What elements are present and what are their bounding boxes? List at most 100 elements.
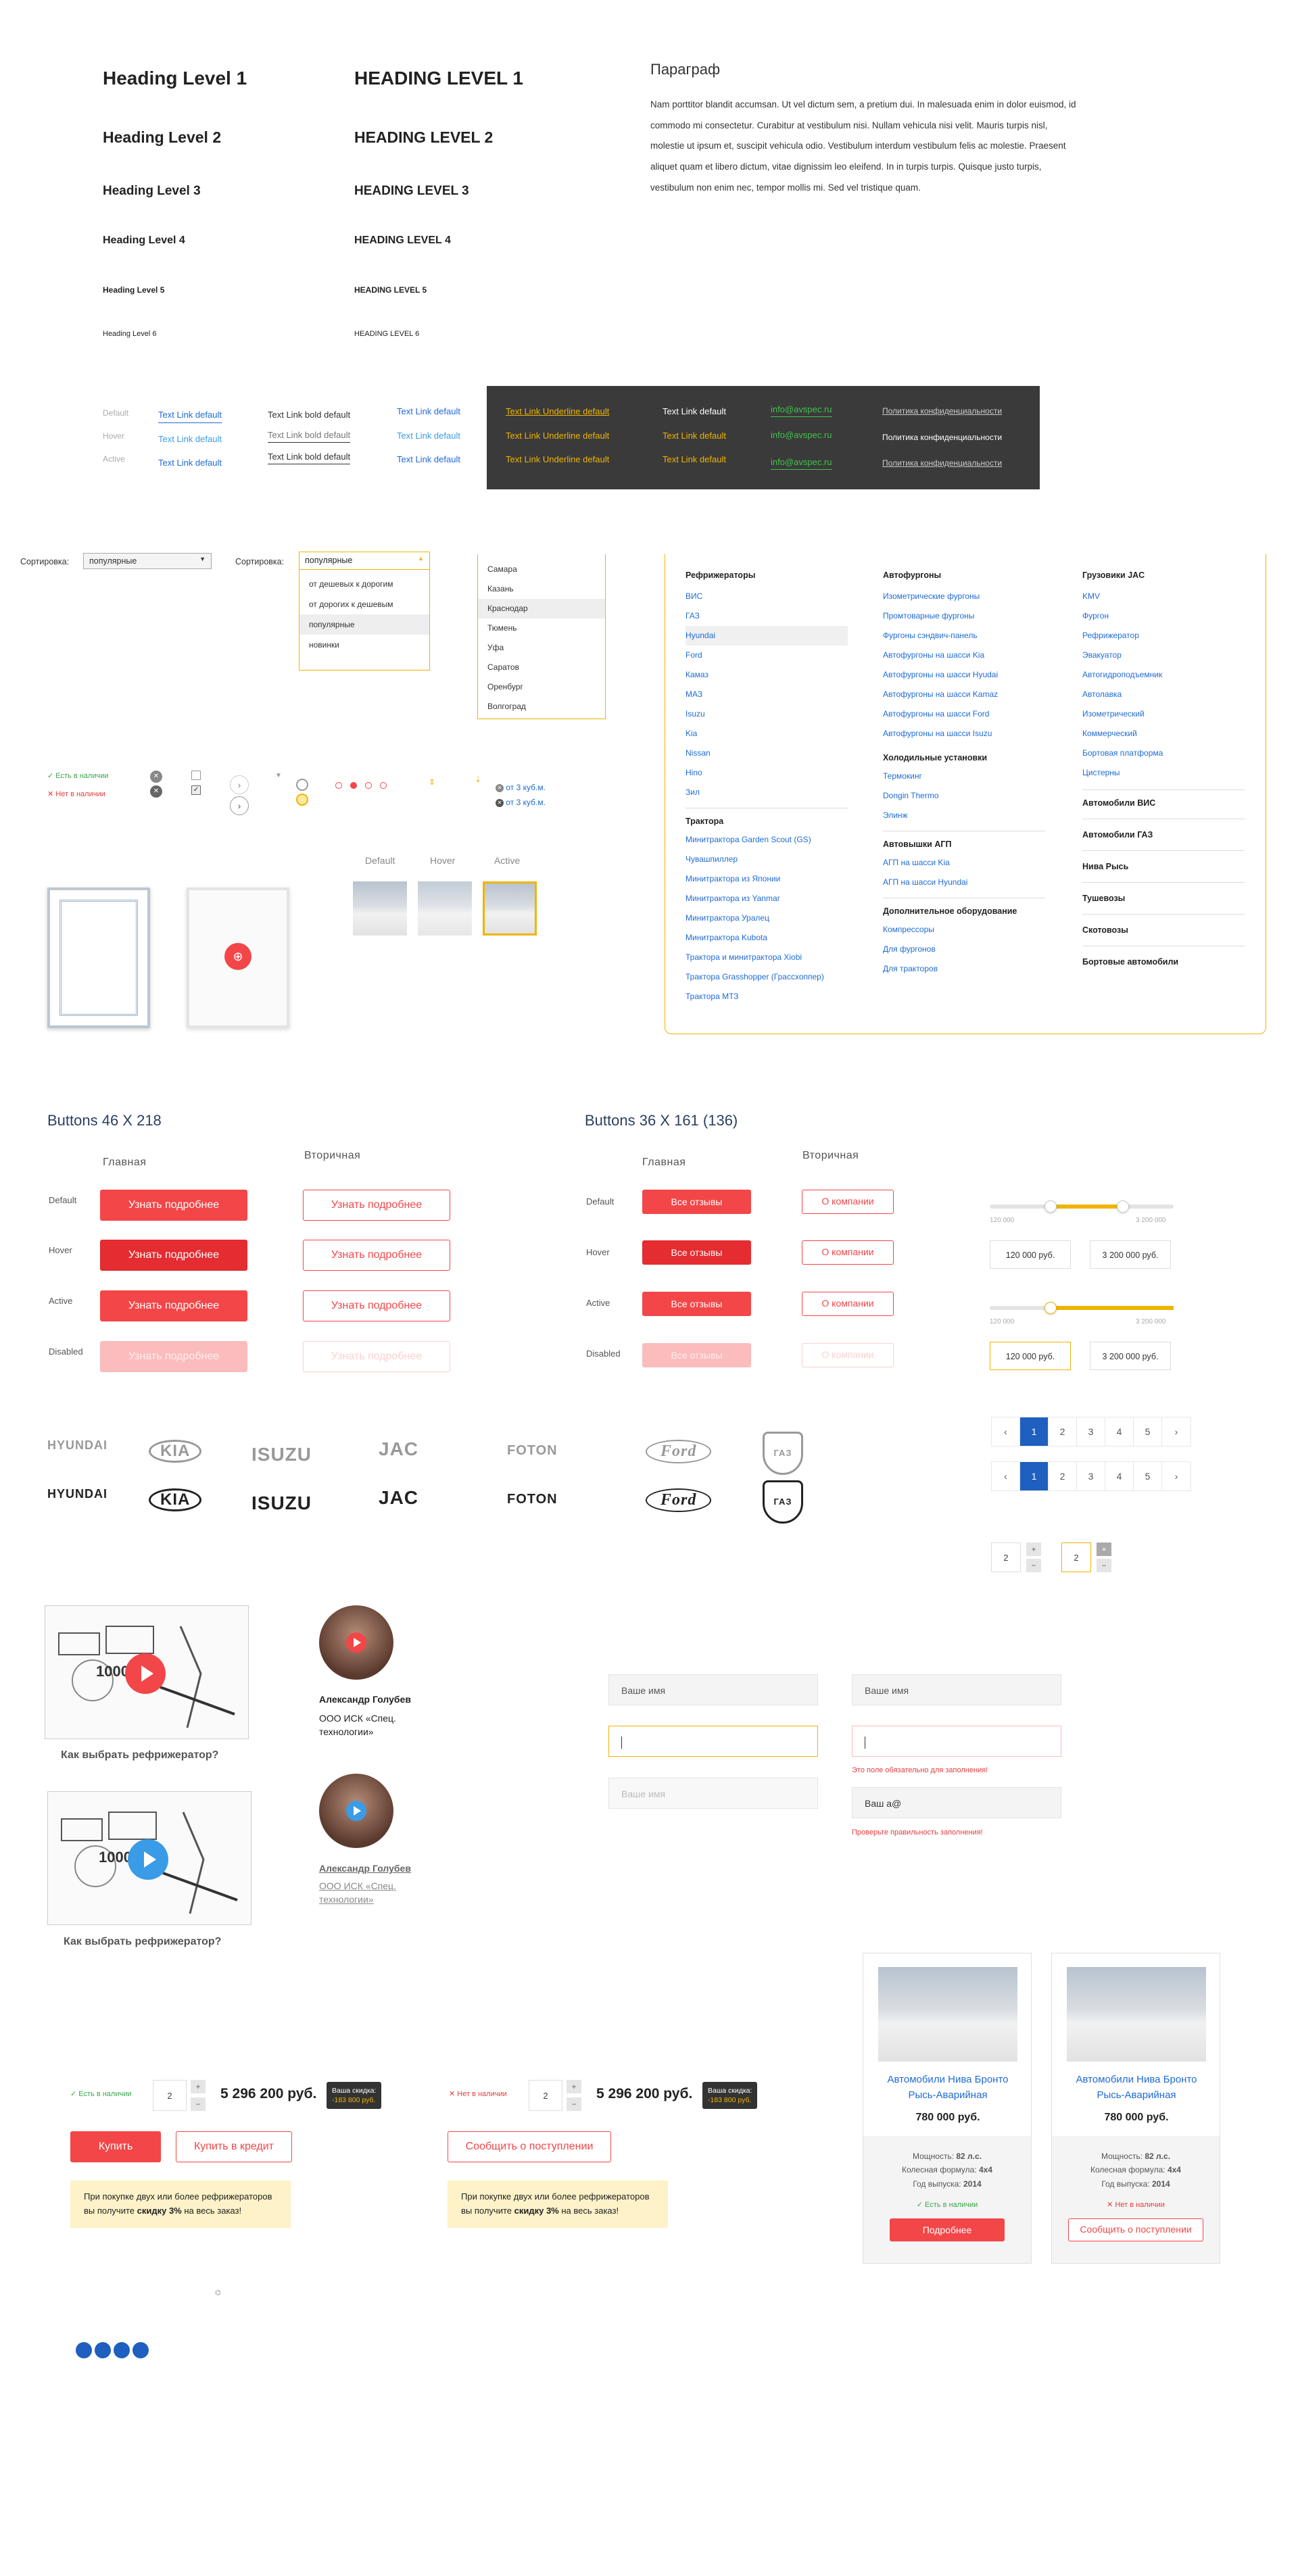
certificate-thumbnail[interactable] [47,888,150,1028]
quantity-minus-button[interactable]: − [567,2097,581,2111]
pagination-next[interactable]: › [1162,1462,1191,1490]
mega-item[interactable]: Автофургоны на шасси Hyudai [883,665,1045,685]
mega-item[interactable]: Камаз [686,665,848,685]
play-button-hover[interactable] [128,1839,168,1880]
privacy-link-default[interactable]: Политика конфиденциальности [882,406,1002,416]
pagination-next[interactable]: › [1162,1417,1191,1446]
mega-item[interactable]: АГП на шасси Kia [883,853,1045,873]
mega-item[interactable]: Автофургоны на шасси Isuzu [883,724,1045,744]
sort-select-open[interactable]: популярные ▲ от дешевых к дорогим от дор… [299,552,430,671]
underline-link-hover[interactable]: Text Link Underline default [506,431,609,441]
mega-heading-link[interactable]: Скотовозы [1082,925,1245,935]
mega-item[interactable]: АГП на шасси Hyundai [883,873,1045,892]
mega-heading-link[interactable]: Автомобили ГАЗ [1082,830,1245,840]
pagination-prev[interactable]: ‹ [992,1417,1020,1446]
learn-more-secondary-button-active[interactable]: Узнать подробнее [303,1290,450,1321]
mega-item[interactable]: Isuzu [686,704,848,724]
email-link-active[interactable]: info@avspec.ru [771,457,832,470]
text-link-default[interactable]: Text Link default [158,410,222,423]
product-image[interactable] [1067,1967,1206,2062]
price-slider[interactable] [990,1200,1174,1213]
quantity-plus-button-hover[interactable]: + [1097,1542,1111,1556]
mega-item[interactable]: Dongin Thermo [883,786,1045,806]
price-to-input-2[interactable]: 3 200 000 руб. [1090,1342,1171,1370]
sort-select-closed[interactable]: популярные ▼ [83,553,212,569]
truck-thumbnail-hover[interactable] [418,881,472,935]
name-field-disabled[interactable]: Ваше имя [608,1778,818,1809]
name-field-error[interactable] [852,1726,1061,1757]
mega-item[interactable]: Для фургонов [883,940,1045,959]
mega-item[interactable]: Nissan [686,744,848,763]
learn-more-button-active[interactable]: Узнать подробнее [100,1290,247,1321]
checkbox-icon[interactable] [191,771,201,780]
mega-item[interactable]: Изометрический [1082,704,1245,724]
mega-item[interactable]: Автогидроподъемник [1082,665,1245,685]
reviews-button-hover[interactable]: Все отзывы [642,1240,751,1265]
video-caption-2[interactable]: Как выбрать рефрижератор? [64,1936,221,1948]
mega-item[interactable]: Изометрические фургоны [883,587,1045,606]
mega-item[interactable]: ГАЗ [686,606,848,626]
reviews-button-active[interactable]: Все отзывы [642,1292,751,1316]
text-link-hover[interactable]: Text Link default [158,434,222,444]
learn-more-button-hover[interactable]: Узнать подробнее [100,1240,247,1271]
mega-item[interactable]: Автолавка [1082,685,1245,704]
mega-item[interactable]: МАЗ [686,685,848,704]
mega-item[interactable]: Автофургоны на шасси Kamaz [883,685,1045,704]
person-avatar-video[interactable] [319,1605,393,1680]
arrow-up-down-icon[interactable]: ⇕ [429,777,435,787]
mega-item[interactable]: Автофургоны на шасси Kia [883,646,1045,665]
truck-thumbnail-active[interactable] [483,881,537,935]
video-thumbnail[interactable]: 1000 [45,1605,249,1739]
city-item[interactable]: Саратов [478,658,605,677]
mega-item[interactable]: Hyundai [686,626,848,646]
mega-item[interactable]: Ford [686,646,848,665]
chevron-right-hover-icon[interactable]: › [230,796,249,815]
radio-checked-icon[interactable] [350,782,357,789]
sort-option[interactable]: новинки [299,635,429,655]
about-button[interactable]: О компании [802,1190,894,1214]
price-to-input[interactable]: 3 200 000 руб. [1090,1240,1171,1269]
city-item[interactable]: Уфа [478,638,605,658]
remove-icon[interactable]: ✕ [496,798,504,807]
notify-button-small[interactable]: Сообщить о поступлении [1068,2218,1203,2242]
truck-thumbnail[interactable] [353,881,407,935]
play-icon[interactable] [346,1632,366,1653]
radio-icon[interactable] [365,782,372,789]
price-from-input[interactable]: 120 000 руб. [990,1240,1071,1269]
underline-link-default[interactable]: Text Link Underline default [506,406,609,416]
mega-item[interactable]: Эвакуатор [1082,646,1245,665]
sort-down-icon[interactable]: ⇣ [475,775,481,784]
pagination-page[interactable]: 2 [1049,1417,1077,1446]
details-button[interactable]: Подробнее [890,2218,1005,2242]
mega-item[interactable]: Hino [686,763,848,783]
dark-text-link-active[interactable]: Text Link default [663,454,726,464]
quantity-plus-button[interactable]: + [191,2080,206,2093]
sort-option[interactable]: от дешевых к дорогим [299,574,429,594]
mega-item[interactable]: Зил [686,783,848,802]
mega-item[interactable]: Чувашпиллер [686,850,848,869]
play-icon[interactable] [346,1801,366,1821]
person-org-link[interactable]: ООО ИСК «Спец. технологии» [319,1879,414,1907]
sort-option[interactable]: популярные [299,614,429,635]
city-item[interactable]: Оренбург [478,677,605,697]
city-item[interactable]: Казань [478,579,605,599]
quantity-plus-button[interactable]: + [1026,1542,1041,1556]
sort-option[interactable]: от дорогих к дешевым [299,594,429,614]
remove-icon[interactable]: ✕ [496,783,504,792]
quantity-plus-button[interactable]: + [567,2080,581,2093]
user-active-icon[interactable] [296,794,308,806]
text-link-plain-default[interactable]: Text Link default [397,406,460,416]
mega-heading-link[interactable]: Бортовые автомобили [1082,957,1245,967]
mega-item[interactable]: Минитрактора из Yanmar [686,889,848,908]
pagination-prev[interactable]: ‹ [992,1462,1020,1490]
name-field-invalid[interactable]: Ваш а@ [852,1787,1061,1818]
mega-item[interactable]: Трактора Grasshopper (Грассхоппер) [686,967,848,987]
about-button-hover[interactable]: О компании [802,1240,894,1265]
name-field-focused[interactable] [608,1726,818,1757]
mega-item[interactable]: Для тракторов [883,959,1045,979]
city-item[interactable]: Тюмень [478,618,605,638]
mega-item[interactable]: Автофургоны на шасси Ford [883,704,1045,724]
pagination-page[interactable]: 3 [1077,1462,1105,1490]
city-item[interactable]: Краснодар [478,599,605,618]
product-card-title[interactable]: Автомобили Нива Бронто Рысь-Аварийная [873,2072,1023,2103]
